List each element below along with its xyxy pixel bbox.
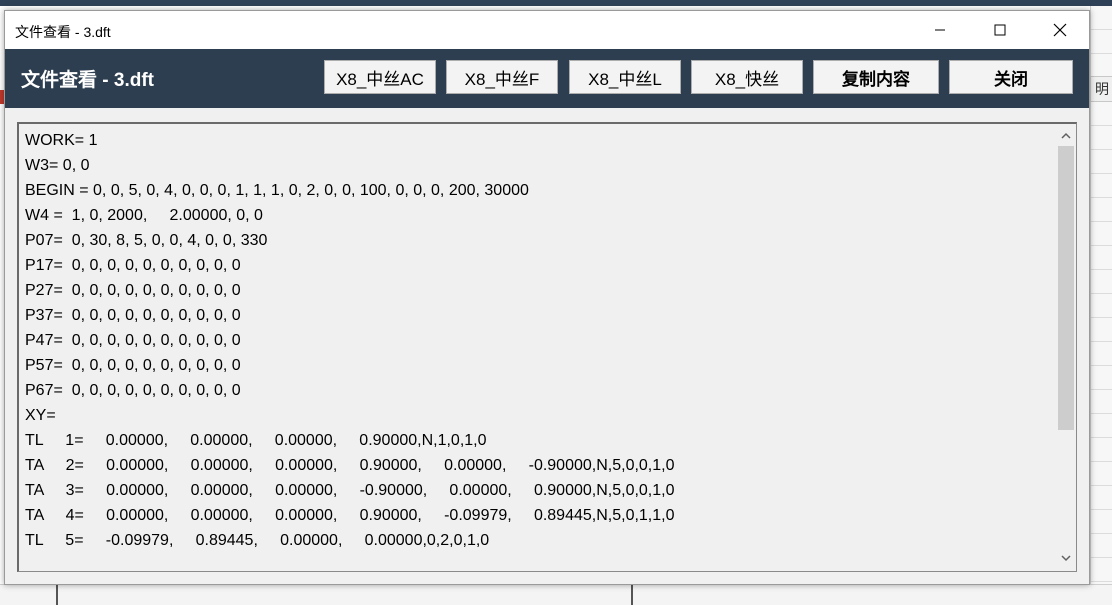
background-grid-cell xyxy=(1091,486,1112,510)
background-bottom-grid xyxy=(0,584,1112,605)
content-line: WORK= 1 xyxy=(25,132,98,149)
chevron-up-icon xyxy=(1061,132,1071,139)
scroll-up-button[interactable] xyxy=(1056,126,1076,146)
background-app-bar xyxy=(0,0,1112,6)
background-grid-cell xyxy=(1091,294,1112,318)
maximize-button[interactable] xyxy=(971,11,1029,49)
window-title: 文件查看 - 3.dft xyxy=(15,24,111,40)
background-grid-cell xyxy=(1091,510,1112,534)
content-line: P47= 0, 0, 0, 0, 0, 0, 0, 0, 0, 0 xyxy=(25,332,241,349)
background-grid-cell xyxy=(1091,534,1112,558)
content-line: W3= 0, 0 xyxy=(25,157,90,174)
header-band: 文件查看 - 3.dft X8_中丝AC X8_中丝F X8_中丝L X8_快丝… xyxy=(5,49,1089,108)
background-grid-cell xyxy=(1091,222,1112,246)
background-grid-cell xyxy=(1091,390,1112,414)
x8-fast-wire-button[interactable]: X8_快丝 xyxy=(691,60,803,94)
title-bar[interactable]: 文件查看 - 3.dft xyxy=(5,11,1089,49)
content-line: P37= 0, 0, 0, 0, 0, 0, 0, 0, 0, 0 xyxy=(25,307,241,324)
background-grid-cell xyxy=(1091,342,1112,366)
close-window-button[interactable] xyxy=(1031,11,1089,49)
content-line: P57= 0, 0, 0, 0, 0, 0, 0, 0, 0, 0 xyxy=(25,357,241,374)
content-line: P07= 0, 30, 8, 5, 0, 0, 4, 0, 0, 330 xyxy=(25,232,268,249)
background-grid-cell xyxy=(1091,174,1112,198)
background-grid-cell xyxy=(1091,246,1112,270)
content-line: P27= 0, 0, 0, 0, 0, 0, 0, 0, 0, 0 xyxy=(25,282,241,299)
background-grid-line xyxy=(56,585,58,605)
file-content-box[interactable]: WORK= 1 W3= 0, 0 BEGIN = 0, 0, 5, 0, 4, 0,… xyxy=(17,122,1077,572)
maximize-icon xyxy=(994,24,1006,36)
file-content-text[interactable]: WORK= 1 W3= 0, 0 BEGIN = 0, 0, 5, 0, 4, 0,… xyxy=(25,128,1049,568)
background-grid-cell xyxy=(1091,102,1112,126)
content-line: W4 = 1, 0, 2000, 2.00000, 0, 0 xyxy=(25,207,263,224)
background-grid-cell xyxy=(1091,438,1112,462)
header-title: 文件查看 - 3.dft xyxy=(21,70,154,91)
content-line: BEGIN = 0, 0, 5, 0, 4, 0, 0, 0, 1, 1, 1,… xyxy=(25,182,529,199)
content-line: TL 5= -0.09979, 0.89445, 0.00000, 0.0000… xyxy=(25,532,490,549)
background-grid-line xyxy=(631,585,633,605)
background-grid-cell xyxy=(1091,30,1112,54)
content-line: P17= 0, 0, 0, 0, 0, 0, 0, 0, 0, 0 xyxy=(25,257,241,274)
content-line: TA 2= 0.00000, 0.00000, 0.00000, 0.90000… xyxy=(25,457,675,474)
scroll-down-button[interactable] xyxy=(1056,548,1076,568)
content-line: XY= xyxy=(25,407,56,424)
background-grid-cell xyxy=(1091,54,1112,78)
scroll-thumb[interactable] xyxy=(1058,146,1074,430)
close-icon xyxy=(1053,23,1067,37)
content-line: TL 1= 0.00000, 0.00000, 0.00000, 0.90000… xyxy=(25,432,487,449)
background-grid-cell xyxy=(1091,126,1112,150)
content-line: TA 4= 0.00000, 0.00000, 0.00000, 0.90000… xyxy=(25,507,675,524)
background-grid-cell xyxy=(1091,6,1112,30)
close-button[interactable]: 关闭 xyxy=(949,60,1073,94)
minimize-icon xyxy=(935,29,945,31)
content-line: TA 3= 0.00000, 0.00000, 0.00000, -0.9000… xyxy=(25,482,675,499)
background-grid-cell xyxy=(1091,462,1112,486)
x8-mid-wire-f-button[interactable]: X8_中丝F xyxy=(446,60,558,94)
background-column-header: 明 xyxy=(1090,76,1112,102)
background-grid-cell xyxy=(1091,366,1112,390)
background-grid-cell xyxy=(1091,150,1112,174)
copy-content-button[interactable]: 复制内容 xyxy=(813,60,939,94)
content-line: P67= 0, 0, 0, 0, 0, 0, 0, 0, 0, 0 xyxy=(25,382,241,399)
vertical-scrollbar[interactable] xyxy=(1056,124,1076,570)
background-grid-cell xyxy=(1091,318,1112,342)
x8-mid-wire-ac-button[interactable]: X8_中丝AC xyxy=(324,60,436,94)
chevron-down-icon xyxy=(1061,555,1071,562)
x8-mid-wire-l-button[interactable]: X8_中丝L xyxy=(569,60,681,94)
minimize-button[interactable] xyxy=(911,11,969,49)
background-grid-cell xyxy=(1091,558,1112,582)
background-grid-cell xyxy=(1091,414,1112,438)
background-grid-cell xyxy=(1091,270,1112,294)
file-view-dialog: 文件查看 - 3.dft 文件查看 - 3.dft X8_中丝AC X8_中丝F… xyxy=(4,10,1090,585)
background-grid-cell xyxy=(1091,198,1112,222)
